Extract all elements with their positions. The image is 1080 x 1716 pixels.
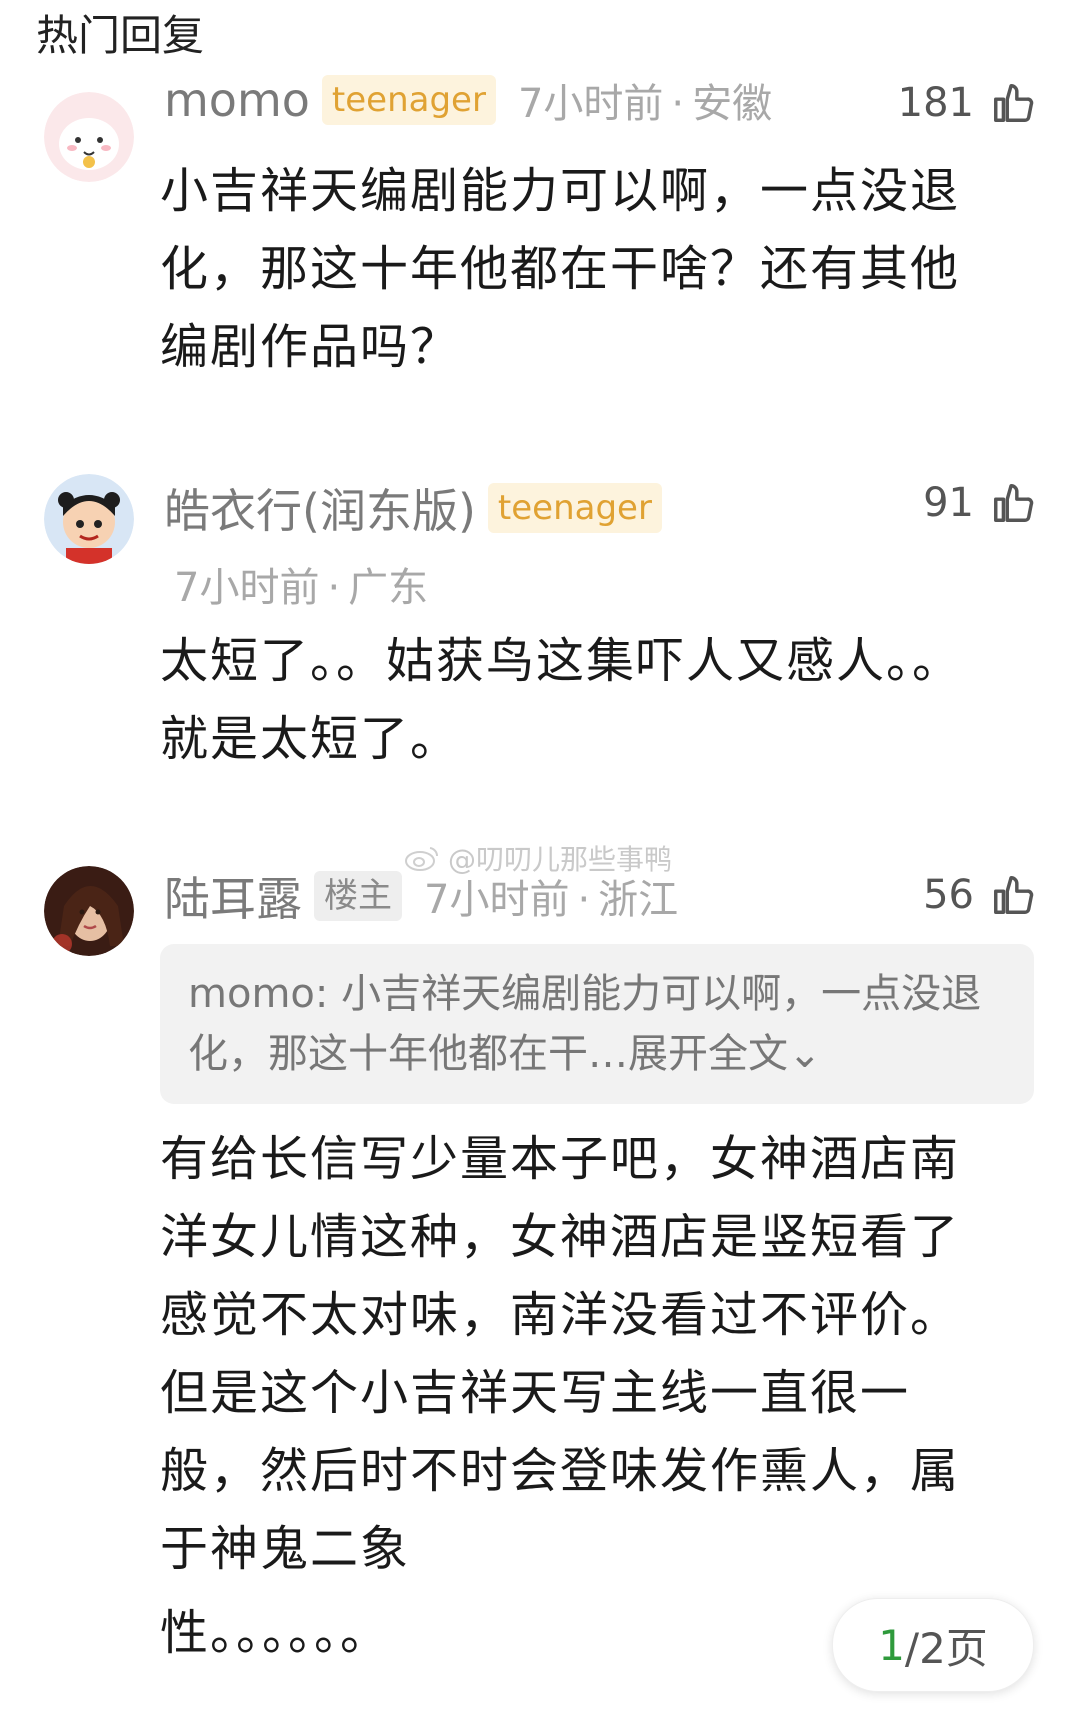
time-location: 7小时前 · 广东	[174, 565, 429, 611]
quoted-reply[interactable]: momo: 小吉祥天编剧能力可以啊，一点没退化，那这十年他都在干…展开全文⌄	[160, 944, 1034, 1104]
teenager-badge: teenager	[487, 483, 662, 533]
username[interactable]: 陆耳露	[164, 863, 302, 929]
quote-author: momo	[188, 971, 315, 1017]
like-count: 181	[897, 80, 974, 126]
like-count: 91	[923, 480, 974, 526]
comment-meta: 陆耳露 楼主 7小时前 · 浙江	[164, 868, 1040, 926]
avatar[interactable]	[44, 474, 134, 564]
thumbs-up-icon	[994, 484, 1034, 522]
chevron-down-icon: ⌄	[788, 1031, 822, 1077]
avatar[interactable]	[44, 866, 134, 956]
total-pages: /2页	[904, 1623, 988, 1673]
like-button[interactable]: 56	[923, 872, 1036, 918]
time-location: 7小时前 · 安徽	[517, 81, 773, 127]
time-location: 7小时前 · 浙江	[424, 877, 679, 923]
thumbs-up-icon	[994, 84, 1034, 122]
avatar[interactable]	[44, 92, 134, 182]
like-count: 56	[923, 872, 974, 918]
current-page: 1	[878, 1620, 905, 1670]
owner-badge: 楼主	[314, 871, 402, 921]
comment-text: 小吉祥天编剧能力可以啊，一点没退化，那这十年他都在干啥？还有其他编剧作品吗？	[160, 163, 961, 375]
teenager-badge: teenager	[321, 75, 496, 125]
thumbs-up-icon	[994, 876, 1034, 914]
section-title: 热门回复	[36, 11, 205, 60]
like-button[interactable]: 181	[898, 80, 1036, 126]
username[interactable]: 皓衣行(润东版)	[164, 475, 476, 541]
comment-text: 太短了。。姑获鸟这集吓人又感人。。就是太短了。	[160, 633, 963, 767]
like-button[interactable]: 91	[923, 480, 1036, 526]
comment-meta: 皓衣行(润东版) teenager	[164, 480, 1040, 538]
page-indicator[interactable]: 1/2页	[832, 1598, 1034, 1692]
time-location-row: 7小时前 · 广东	[174, 556, 1040, 612]
comment-text: 有给长信写少量本子吧，女神酒店南洋女儿情这种，女神酒店是竖短看了感觉不太对味，南…	[160, 1131, 961, 1577]
expand-link[interactable]: 展开全文⌄	[628, 1031, 822, 1077]
username[interactable]: momo	[164, 73, 310, 127]
